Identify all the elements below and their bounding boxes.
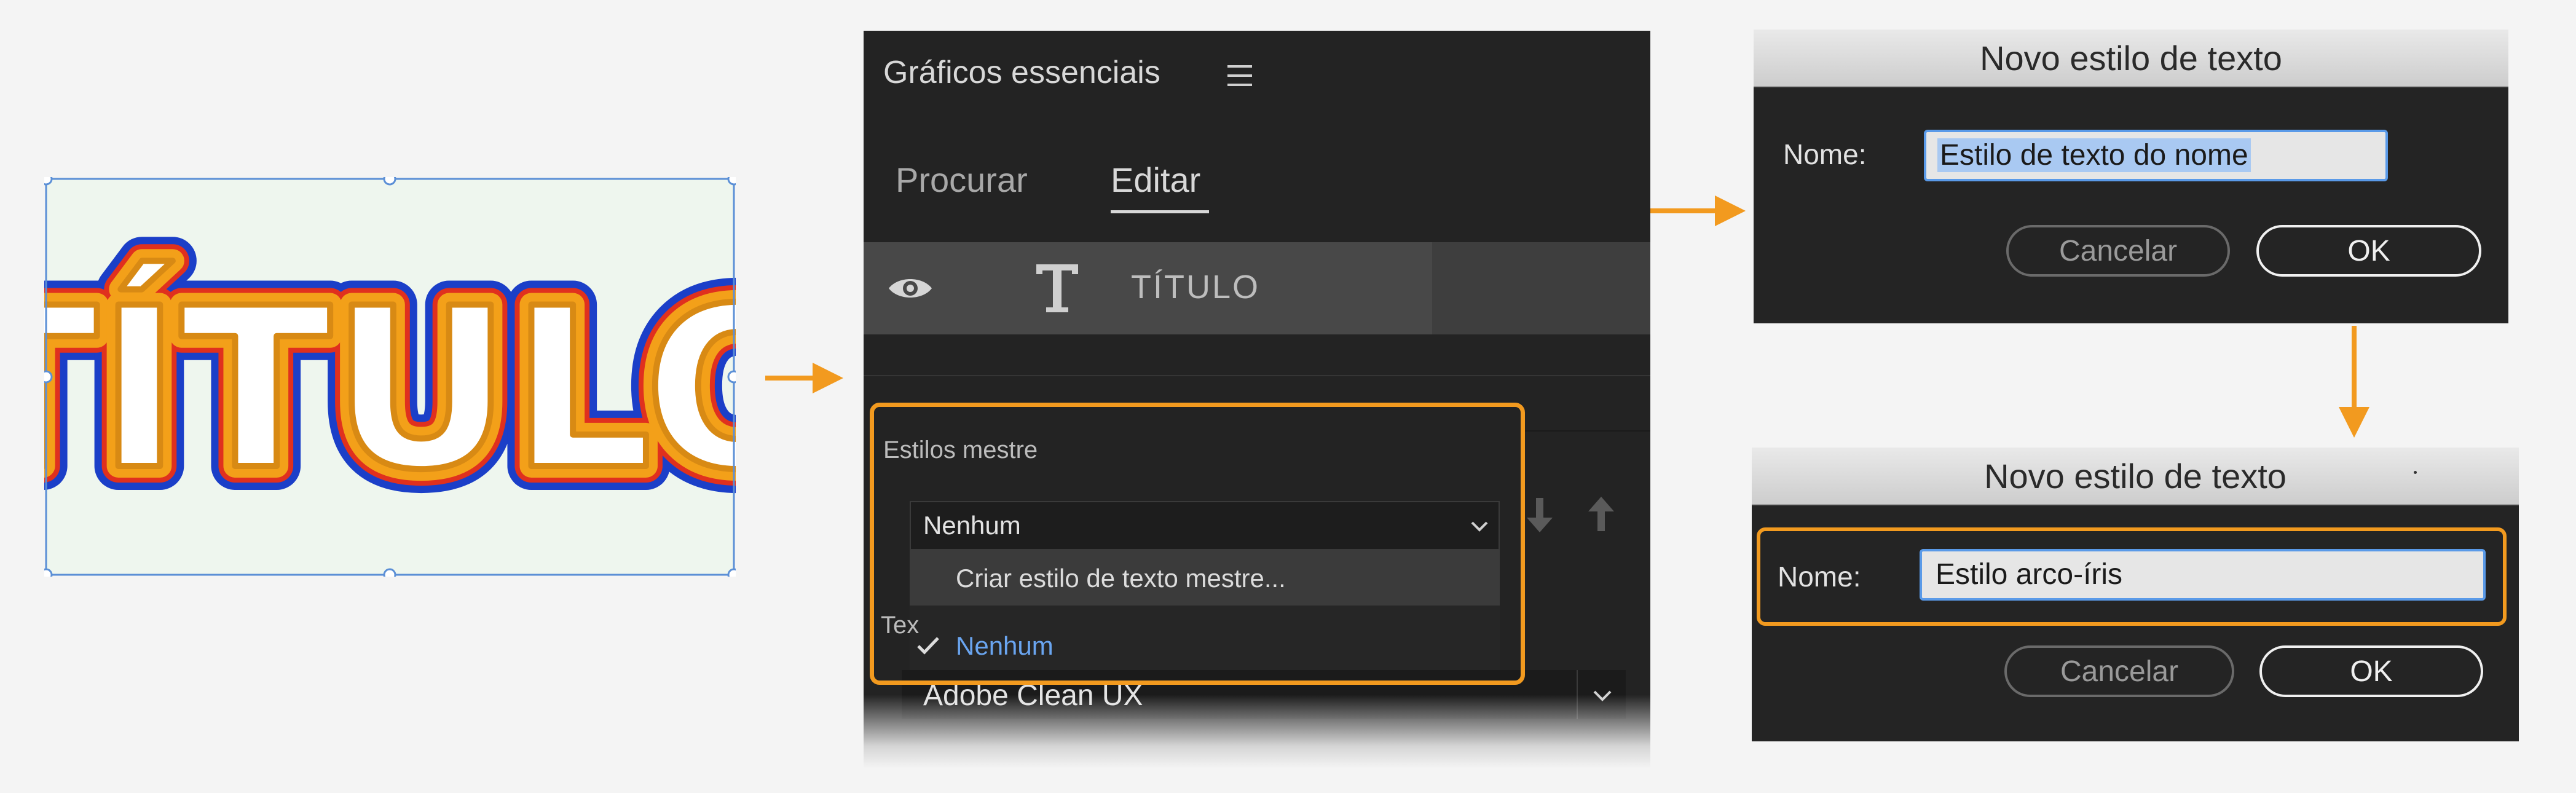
panel-fade [864, 695, 1650, 768]
name-input-value: Estilo de texto do nome [1937, 138, 2251, 172]
section-divider [864, 375, 1650, 376]
name-field-highlight [1757, 527, 2507, 626]
eye-icon[interactable] [887, 274, 934, 302]
dialog-titlebar[interactable]: Novo estilo de texto [1754, 30, 2508, 87]
dialog-titlebar[interactable]: Novo estilo de texto [1752, 448, 2519, 505]
text-type-icon [1036, 264, 1078, 312]
name-label: Nome: [1783, 138, 1867, 170]
layer-row[interactable]: TÍTULO [864, 242, 1650, 334]
master-styles-highlight [870, 403, 1525, 685]
cancel-button[interactable]: Cancelar [2004, 645, 2234, 697]
layer-name: TÍTULO [1131, 269, 1261, 306]
dialog-title: Novo estilo de texto [1984, 457, 2286, 495]
active-tab-indicator [1111, 210, 1209, 213]
ok-button[interactable]: OK [2256, 225, 2481, 277]
new-text-style-dialog-renamed: Novo estilo de texto Nome: Estilo arco-í… [1752, 448, 2519, 741]
section-divider [1521, 430, 1650, 432]
tab-browse[interactable]: Procurar [896, 160, 1028, 200]
essential-graphics-panel: Gráficos essenciais Procurar Editar TÍTU… [864, 31, 1650, 768]
ok-button[interactable]: OK [2259, 645, 2483, 697]
arrow-graphic-to-panel [765, 363, 843, 393]
dialog-title: Novo estilo de texto [1980, 39, 2282, 77]
titlebar-dot [2414, 471, 2417, 474]
arrow-up-icon[interactable] [1580, 493, 1623, 536]
cancel-button[interactable]: Cancelar [2006, 225, 2230, 277]
name-input[interactable]: Estilo de texto do nome [1924, 130, 2388, 181]
panel-menu-icon[interactable] [1227, 65, 1252, 86]
new-text-style-dialog: Novo estilo de texto Nome: Estilo de tex… [1754, 30, 2508, 323]
tab-edit[interactable]: Editar [1111, 160, 1200, 200]
panel-title: Gráficos essenciais [883, 55, 1160, 90]
arrow-dialog-to-dialog [2339, 326, 2369, 438]
